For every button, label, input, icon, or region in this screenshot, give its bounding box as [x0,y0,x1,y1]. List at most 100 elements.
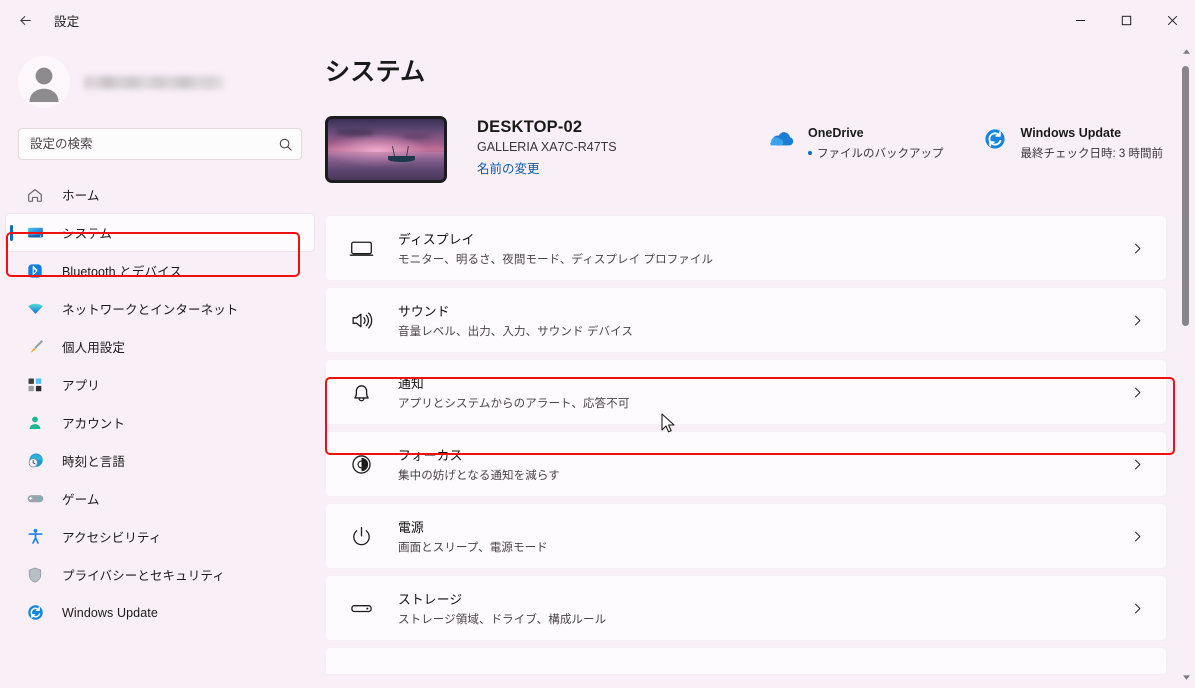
status-subtitle: 最終チェック日時: 3 時間前 [1021,145,1163,161]
scrollbar-track[interactable] [1179,58,1193,670]
scroll-up-button[interactable] [1179,44,1193,58]
account-block[interactable] [0,50,320,114]
minimize-button[interactable] [1057,0,1103,40]
app-title: 設定 [54,14,80,29]
settings-row-focus[interactable]: フォーカス 集中の妨げとなる通知を減らす [325,431,1167,497]
settings-row-display[interactable]: ディスプレイ モニター、明るさ、夜間モード、ディスプレイ プロファイル [325,215,1167,281]
sidebar-item-label: 時刻と言語 [62,455,126,469]
gamepad-icon [24,489,46,509]
scroll-up-icon [1182,48,1190,54]
scroll-down-button[interactable] [1179,670,1193,684]
status-group: OneDrive ファイルのバックアップ Windows Update 最終チェ… [769,116,1167,161]
sidebar-item-windows-update[interactable]: Windows Update [6,594,314,631]
minimize-icon [1075,19,1085,21]
sidebar-item-label: Bluetooth とデバイス [62,265,182,279]
sidebar-item-time-language[interactable]: 時刻と言語 [6,442,314,479]
sidebar-item-home[interactable]: ホーム [6,176,314,213]
row-subtitle: アプリとシステムからのアラート、応答不可 [398,398,630,410]
row-subtitle: モニター、明るさ、夜間モード、ディスプレイ プロファイル [398,254,714,266]
bell-icon [346,377,376,407]
row-title: 通知 [398,376,424,391]
sidebar-item-gaming[interactable]: ゲーム [6,480,314,517]
back-arrow-icon [19,15,31,25]
account-name-redacted [84,75,224,89]
window-controls [1057,0,1195,40]
sidebar-item-accessibility[interactable]: アクセシビリティ [6,518,314,555]
bluetooth-icon [24,261,46,281]
device-meta: DESKTOP-02 GALLERIA XA7C-R47TS 名前の変更 [477,116,617,178]
device-name: DESKTOP-02 [477,118,583,136]
status-subtitle-text: 最終チェック日時: 3 時間前 [1020,148,1163,160]
update-sync-icon [982,126,1008,152]
monitor-icon [24,223,46,243]
apps-icon [24,375,46,395]
scroll-down-icon [1182,674,1190,680]
device-header: DESKTOP-02 GALLERIA XA7C-R47TS 名前の変更 One… [325,116,1167,188]
search-icon [278,137,293,152]
page-title: システム [325,58,426,86]
app-body: ホーム システム [0,40,1195,688]
row-subtitle: 画面とスリープ、電源モード [398,542,548,554]
sidebar-item-label: アプリ [62,379,100,393]
row-title: 電源 [398,520,424,535]
back-button[interactable] [8,5,42,35]
storage-drive-icon [346,593,376,623]
sidebar: ホーム システム [0,40,320,688]
chevron-right-icon [1126,314,1148,327]
onedrive-cloud-icon [769,126,795,152]
sidebar-item-label: 個人用設定 [62,341,126,355]
power-icon [346,521,376,551]
sidebar-item-label: ホーム [62,189,100,203]
focus-moon-icon [346,449,376,479]
chevron-right-icon [1126,530,1148,543]
settings-row-notifications[interactable]: 通知 アプリとシステムからのアラート、応答不可 [325,359,1167,425]
chevron-right-icon [1126,458,1148,471]
settings-row-power[interactable]: 電源 画面とスリープ、電源モード [325,503,1167,569]
clock-globe-icon [24,451,46,471]
status-subtitle-text: ファイルのバックアップ [817,148,944,160]
home-icon [24,185,46,205]
sidebar-item-label: システム [62,227,113,241]
status-title: OneDrive [808,126,864,140]
maximize-icon [1121,15,1131,25]
status-onedrive[interactable]: OneDrive ファイルのバックアップ [769,124,944,161]
person-icon [29,67,59,102]
title-bar: 設定 [0,0,1195,40]
sidebar-item-system[interactable]: システム [6,214,314,251]
status-dot-icon [808,151,813,155]
main-content: システム DESKTOP-02 GALLERIA XA7C-R47TS 名前の変… [320,40,1195,688]
search-input[interactable] [30,137,278,151]
settings-row-storage[interactable]: ストレージ ストレージ領域、ドライブ、構成ルール [325,575,1167,641]
sidebar-item-network-internet[interactable]: ネットワークとインターネット [6,290,314,327]
sidebar-item-personalization[interactable]: 個人用設定 [6,328,314,365]
settings-row-partial[interactable] [325,647,1167,675]
row-title: サウンド [398,304,450,319]
update-icon [24,603,46,623]
accessibility-icon [24,527,46,547]
sidebar-item-privacy-security[interactable]: プライバシーとセキュリティ [6,556,314,593]
status-title: Windows Update [1020,126,1122,140]
scrollbar-thumb[interactable] [1182,66,1189,326]
row-title: ディスプレイ [398,232,475,247]
avatar [18,56,70,108]
sidebar-nav: ホーム システム Bluetooth とデバイス ネットワークとインターネット … [0,176,320,631]
sidebar-item-accounts[interactable]: アカウント [6,404,314,441]
sidebar-item-label: ネットワークとインターネット [62,303,239,317]
row-subtitle: 音量レベル、出力、入力、サウンド デバイス [398,326,633,338]
rename-device-link[interactable]: 名前の変更 [477,158,540,177]
maximize-button[interactable] [1103,0,1149,40]
paintbrush-icon [24,337,46,357]
main-scrollbar[interactable] [1179,44,1193,684]
row-title: フォーカス [398,448,463,463]
status-windows-update[interactable]: Windows Update 最終チェック日時: 3 時間前 [982,124,1163,161]
settings-row-sound[interactable]: サウンド 音量レベル、出力、入力、サウンド デバイス [325,287,1167,353]
row-subtitle: 集中の妨げとなる通知を減らす [398,470,560,482]
close-button[interactable] [1149,0,1195,40]
display-monitor-icon [346,233,376,263]
account-icon [24,413,46,433]
search-box[interactable] [18,128,302,160]
wifi-icon [24,299,46,319]
device-model: GALLERIA XA7C-R47TS [477,140,617,154]
sidebar-item-bluetooth-devices[interactable]: Bluetooth とデバイス [6,252,314,289]
sidebar-item-apps[interactable]: アプリ [6,366,314,403]
